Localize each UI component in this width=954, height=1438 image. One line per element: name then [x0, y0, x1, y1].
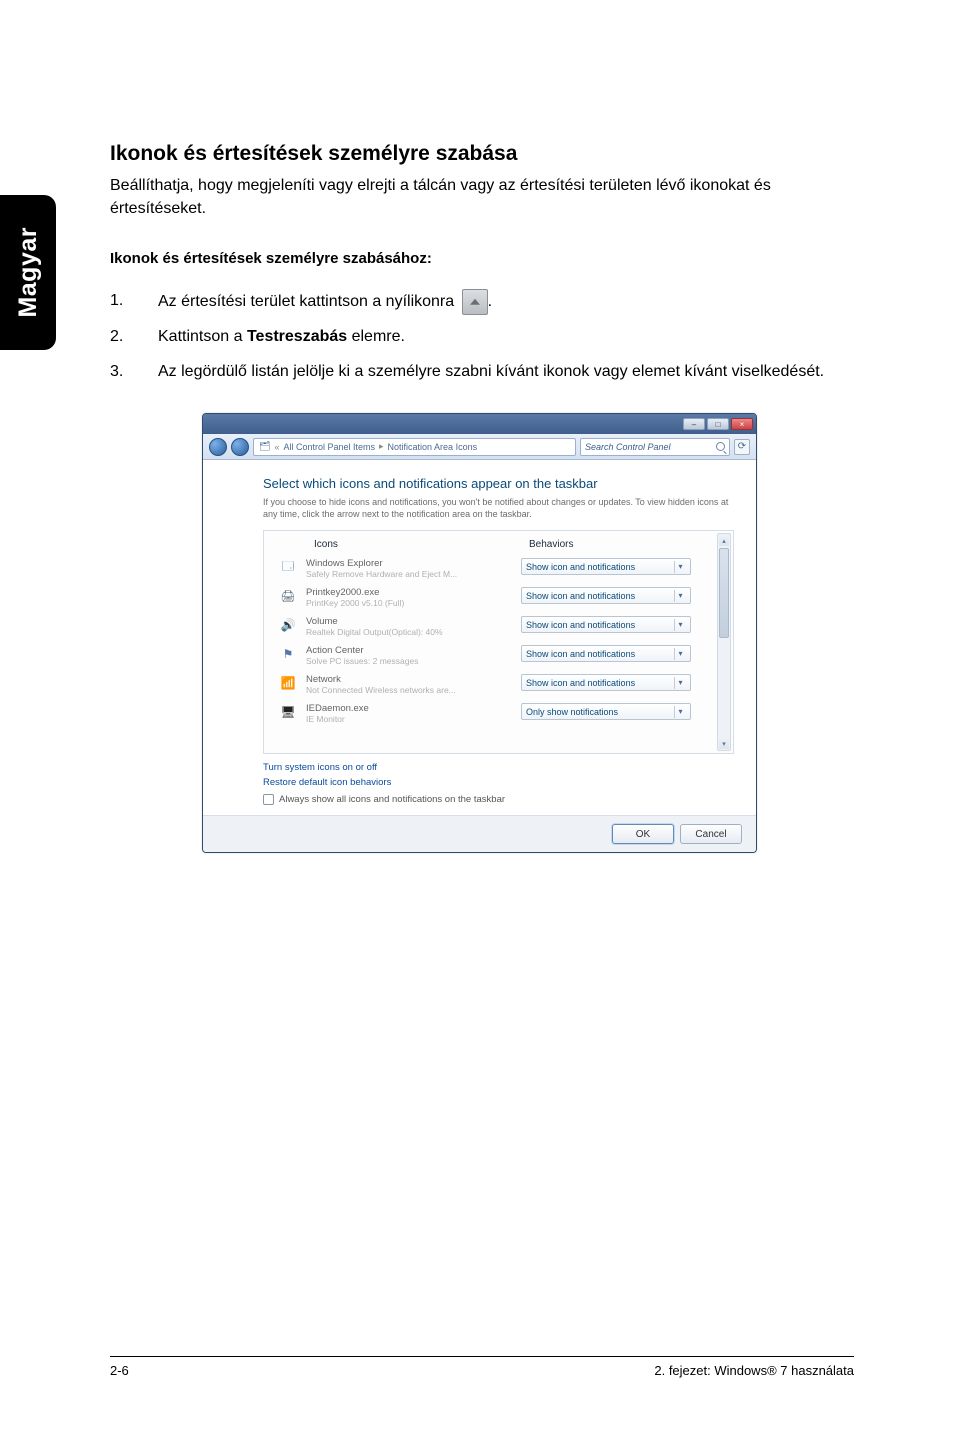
step-3: 3. Az legördülő listán jelölje ki a szem… — [110, 360, 854, 385]
always-show-checkbox[interactable] — [263, 794, 274, 805]
list-item: 🖥 IEDaemon.exe IE Monitor Only show noti… — [274, 699, 711, 728]
intro-paragraph: Beállíthatja, hogy megjeleníti vagy elre… — [110, 174, 854, 220]
step-body: Kattintson a Testreszabás elemre. — [158, 325, 854, 350]
cancel-button[interactable]: Cancel — [680, 824, 742, 844]
search-icon — [716, 442, 725, 451]
forward-button[interactable] — [231, 438, 249, 456]
behavior-dropdown[interactable]: Only show notifications ▾ — [521, 703, 691, 720]
step-number: 3. — [110, 360, 158, 385]
scrollbar[interactable]: ▴ ▾ — [717, 533, 731, 751]
maximize-button[interactable]: □ — [707, 418, 729, 430]
notification-area-window: – □ × 🗂 « All Control Panel Items ▸ Noti… — [202, 413, 757, 853]
ok-button[interactable]: OK — [612, 824, 674, 844]
window-titlebar: – □ × — [203, 414, 756, 434]
network-icon: 📶 — [278, 674, 298, 692]
chevron-right-icon: « — [274, 442, 279, 452]
always-show-label: Always show all icons and notifications … — [279, 794, 505, 805]
turn-system-icons-link[interactable]: Turn system icons on or off — [263, 762, 734, 773]
section-title: Ikonok és értesítések személyre szabása — [110, 142, 854, 166]
chevron-down-icon: ▾ — [674, 706, 686, 718]
minimize-button[interactable]: – — [683, 418, 705, 430]
behavior-dropdown[interactable]: Show icon and notifications ▾ — [521, 616, 691, 633]
scroll-up-icon[interactable]: ▴ — [719, 535, 729, 546]
close-button[interactable]: × — [731, 418, 753, 430]
button-bar: OK Cancel — [203, 815, 756, 852]
list-item: 📶 Network Not Connected Wireless network… — [274, 670, 711, 699]
monitor-icon: 🖥 — [278, 703, 298, 721]
page-description: If you choose to hide icons and notifica… — [263, 497, 734, 520]
restore-defaults-link[interactable]: Restore default icon behaviors — [263, 777, 734, 788]
list-item: 🗔 Windows Explorer Safely Remove Hardwar… — [274, 554, 711, 583]
sidebar-language-tab: Magyar — [0, 195, 56, 350]
behavior-dropdown[interactable]: Show icon and notifications ▾ — [521, 558, 691, 575]
chevron-down-icon: ▾ — [674, 648, 686, 660]
search-input[interactable]: Search Control Panel — [580, 438, 730, 456]
list-item: ⚑ Action Center Solve PC issues: 2 messa… — [274, 641, 711, 670]
steps-list: 1. Az értesítési terület kattintson a ny… — [110, 289, 854, 385]
folder-icon: 🗂 — [259, 441, 270, 452]
list-header: Icons Behaviors — [274, 537, 711, 554]
tray-arrow-icon — [462, 289, 488, 315]
sidebar-language-label: Magyar — [14, 227, 43, 318]
address-bar: 🗂 « All Control Panel Items ▸ Notificati… — [203, 434, 756, 460]
scrollbar-thumb[interactable] — [719, 548, 729, 638]
breadcrumb[interactable]: 🗂 « All Control Panel Items ▸ Notificati… — [253, 438, 576, 456]
speaker-icon: 🔊 — [278, 616, 298, 634]
list-item: 🖨 Printkey2000.exe PrintKey 2000 v5.10 (… — [274, 583, 711, 612]
window-body: Select which icons and notifications app… — [203, 460, 756, 815]
step-2: 2. Kattintson a Testreszabás elemre. — [110, 325, 854, 350]
chapter-label: 2. fejezet: Windows® 7 használata — [654, 1363, 854, 1378]
chevron-down-icon: ▾ — [674, 590, 686, 602]
icons-list: Icons Behaviors 🗔 Windows Explorer Safel… — [263, 530, 734, 754]
step-number: 2. — [110, 325, 158, 350]
explorer-icon: 🗔 — [278, 558, 298, 576]
page-heading: Select which icons and notifications app… — [263, 476, 734, 491]
page-content: Ikonok és értesítések személyre szabása … — [0, 0, 954, 853]
chevron-down-icon: ▾ — [674, 561, 686, 573]
scroll-down-icon[interactable]: ▾ — [719, 738, 729, 749]
page-number: 2-6 — [110, 1363, 129, 1378]
steps-subtitle: Ikonok és értesítések személyre szabásáh… — [110, 250, 854, 267]
always-show-checkbox-row: Always show all icons and notifications … — [263, 794, 734, 805]
column-icons: Icons — [314, 539, 529, 550]
back-button[interactable] — [209, 438, 227, 456]
list-item: 🔊 Volume Realtek Digital Output(Optical)… — [274, 612, 711, 641]
printer-icon: 🖨 — [278, 587, 298, 605]
column-behaviors: Behaviors — [529, 539, 711, 550]
page-footer: 2-6 2. fejezet: Windows® 7 használata — [110, 1356, 854, 1378]
behavior-dropdown[interactable]: Show icon and notifications ▾ — [521, 674, 691, 691]
links-block: Turn system icons on or off Restore defa… — [263, 762, 734, 805]
refresh-button[interactable]: ⟳ — [734, 439, 750, 455]
behavior-dropdown[interactable]: Show icon and notifications ▾ — [521, 645, 691, 662]
flag-icon: ⚑ — [278, 645, 298, 663]
step-number: 1. — [110, 289, 158, 315]
step-body: Az legördülő listán jelölje ki a személy… — [158, 360, 854, 385]
step-body: Az értesítési terület kattintson a nyíli… — [158, 289, 854, 315]
chevron-down-icon: ▾ — [674, 677, 686, 689]
step-1: 1. Az értesítési terület kattintson a ny… — [110, 289, 854, 315]
chevron-right-icon: ▸ — [379, 441, 384, 452]
behavior-dropdown[interactable]: Show icon and notifications ▾ — [521, 587, 691, 604]
chevron-down-icon: ▾ — [674, 619, 686, 631]
